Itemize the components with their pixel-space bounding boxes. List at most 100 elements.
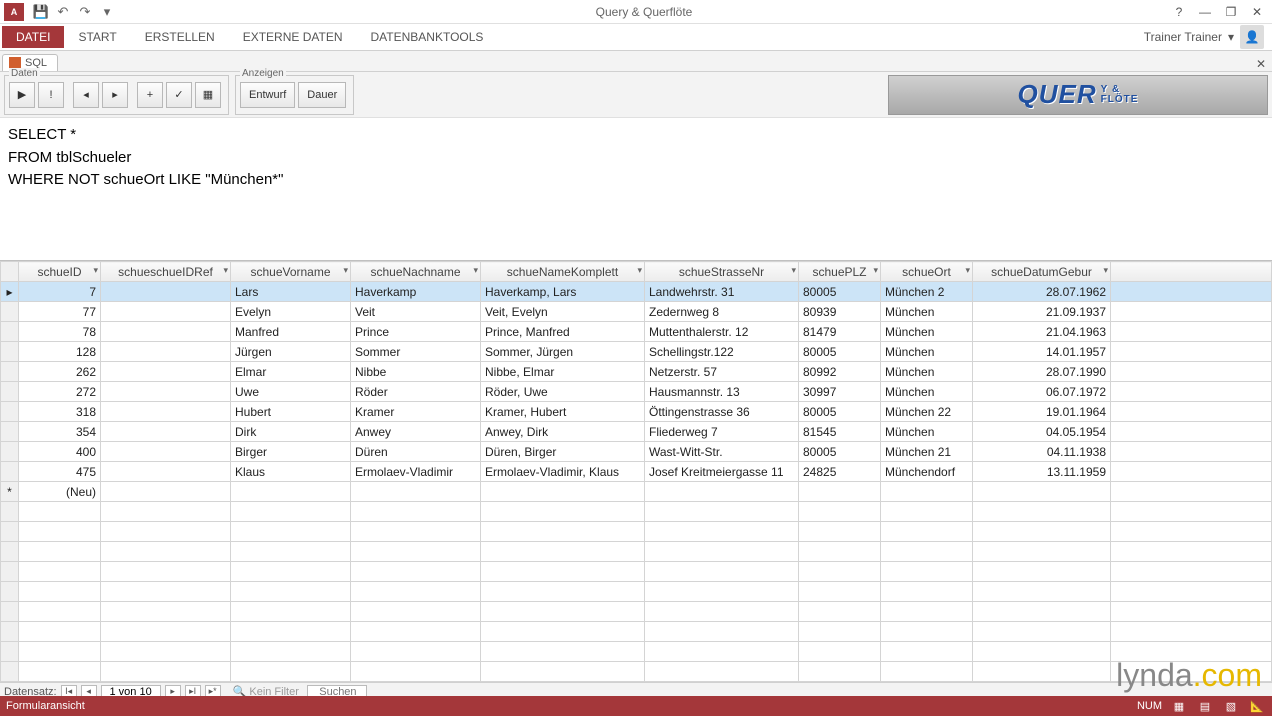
cell-nachname[interactable]: Sommer [351,342,481,362]
col-schueNameKomplett[interactable]: schueNameKomplett▾ [481,262,645,282]
cell-ort[interactable]: München 21 [881,442,973,462]
dauer-button[interactable]: Dauer [298,82,346,108]
delete-button[interactable]: ▦ [195,82,221,108]
cell-komplett[interactable]: Veit, Evelyn [481,302,645,322]
cell-komplett[interactable]: Röder, Uwe [481,382,645,402]
cell-komplett[interactable]: Düren, Birger [481,442,645,462]
first-button[interactable]: ◂ [73,82,99,108]
table-row[interactable]: 400 Birger Düren Düren, Birger Wast-Witt… [1,442,1272,462]
cell-plz[interactable]: 24825 [799,462,881,482]
row-selector[interactable] [1,362,19,382]
table-row[interactable]: 78 Manfred Prince Prince, Manfred Mutten… [1,322,1272,342]
cell-plz[interactable]: 80005 [799,442,881,462]
cell-geburt[interactable]: 21.09.1937 [973,302,1111,322]
save-rec-button[interactable]: ✓ [166,82,192,108]
col-schueStrasseNr[interactable]: schueStrasseNr▾ [645,262,799,282]
cell-vorname[interactable]: Klaus [231,462,351,482]
cell-geburt[interactable]: 19.01.1964 [973,402,1111,422]
cell-nachname[interactable]: Haverkamp [351,282,481,302]
cell-plz[interactable]: 80005 [799,282,881,302]
cell-strasse[interactable]: Hausmannstr. 13 [645,382,799,402]
minimize-icon[interactable]: — [1198,5,1212,19]
cell-vorname[interactable]: Manfred [231,322,351,342]
table-row[interactable]: 77 Evelyn Veit Veit, Evelyn Zedernweg 8 … [1,302,1272,322]
cell-ref[interactable] [101,382,231,402]
prev-button[interactable]: ▸ [102,82,128,108]
cell-geburt[interactable]: 28.07.1962 [973,282,1111,302]
cell-id[interactable]: 400 [19,442,101,462]
help-icon[interactable]: ? [1172,5,1186,19]
cell-geburt[interactable]: 21.04.1963 [973,322,1111,342]
col-schueschueIDRef[interactable]: schueschueIDRef▾ [101,262,231,282]
cell-ort[interactable]: München 22 [881,402,973,422]
col-schueDatumGebur[interactable]: schueDatumGebur▾ [973,262,1111,282]
view-datasheet-icon[interactable]: ▤ [1196,699,1214,713]
tab-datei[interactable]: DATEI [2,26,64,48]
row-selector[interactable] [1,442,19,462]
cell-id[interactable]: 77 [19,302,101,322]
cell-plz[interactable]: 30997 [799,382,881,402]
add-button[interactable]: + [137,82,163,108]
cell-plz[interactable]: 80005 [799,342,881,362]
cell-strasse[interactable]: Netzerstr. 57 [645,362,799,382]
select-all-corner[interactable] [1,262,19,282]
cell-ort[interactable]: Münchendorf [881,462,973,482]
sql-editor[interactable]: SELECT * FROM tblSchueler WHERE NOT schu… [0,118,1272,260]
cell-geburt[interactable]: 13.11.1959 [973,462,1111,482]
cell-id[interactable]: 128 [19,342,101,362]
cell-geburt[interactable]: 06.07.1972 [973,382,1111,402]
cell-ort[interactable]: München [881,362,973,382]
data-grid[interactable]: schueID▾ schueschueIDRef▾ schueVorname▾ … [0,260,1272,682]
cell-id[interactable]: 318 [19,402,101,422]
cell-vorname[interactable]: Elmar [231,362,351,382]
col-schueVorname[interactable]: schueVorname▾ [231,262,351,282]
cell-id[interactable]: 475 [19,462,101,482]
cell-id[interactable]: 262 [19,362,101,382]
new-row[interactable]: * (Neu) [1,482,1272,502]
view-form-icon[interactable]: ▦ [1170,699,1188,713]
cell-id[interactable]: 354 [19,422,101,442]
cell-ort[interactable]: München [881,322,973,342]
row-selector[interactable]: ▸ [1,282,19,302]
row-selector[interactable] [1,422,19,442]
cell-ort[interactable]: München 2 [881,282,973,302]
cell-nachname[interactable]: Düren [351,442,481,462]
cell-nachname[interactable]: Röder [351,382,481,402]
restore-icon[interactable]: ❐ [1224,5,1238,19]
cell-ref[interactable] [101,342,231,362]
user-menu[interactable]: Trainer Trainer ▾ 👤 [1144,25,1264,49]
cell-ref[interactable] [101,282,231,302]
cell-vorname[interactable]: Uwe [231,382,351,402]
row-selector[interactable] [1,382,19,402]
cell-ref[interactable] [101,422,231,442]
tab-erstellen[interactable]: ERSTELLEN [131,26,229,48]
col-schuePLZ[interactable]: schuePLZ▾ [799,262,881,282]
table-row[interactable]: 475 Klaus Ermolaev-Vladimir Ermolaev-Vla… [1,462,1272,482]
col-schueID[interactable]: schueID▾ [19,262,101,282]
cell-nachname[interactable]: Anwey [351,422,481,442]
cell-plz[interactable]: 80992 [799,362,881,382]
cell-ref[interactable] [101,462,231,482]
cell-nachname[interactable]: Kramer [351,402,481,422]
row-selector[interactable] [1,402,19,422]
row-selector[interactable] [1,342,19,362]
table-row[interactable]: 262 Elmar Nibbe Nibbe, Elmar Netzerstr. … [1,362,1272,382]
close-doc-icon[interactable]: ✕ [1256,57,1266,71]
cell-vorname[interactable]: Jürgen [231,342,351,362]
save-icon[interactable]: 💾 [32,3,50,21]
view-design-icon[interactable]: 📐 [1248,699,1266,713]
cell-nachname[interactable]: Prince [351,322,481,342]
run-exec-button[interactable]: ! [38,82,64,108]
cell-komplett[interactable]: Sommer, Jürgen [481,342,645,362]
cell-plz[interactable]: 80939 [799,302,881,322]
cell-ort[interactable]: München [881,302,973,322]
table-row[interactable]: 354 Dirk Anwey Anwey, Dirk Fliederweg 7 … [1,422,1272,442]
cell-id[interactable]: 7 [19,282,101,302]
table-row[interactable]: 272 Uwe Röder Röder, Uwe Hausmannstr. 13… [1,382,1272,402]
cell-vorname[interactable]: Lars [231,282,351,302]
cell-nachname[interactable]: Ermolaev-Vladimir [351,462,481,482]
cell-strasse[interactable]: Öttingenstrasse 36 [645,402,799,422]
cell-id[interactable]: 272 [19,382,101,402]
cell-strasse[interactable]: Zedernweg 8 [645,302,799,322]
cell-ref[interactable] [101,302,231,322]
